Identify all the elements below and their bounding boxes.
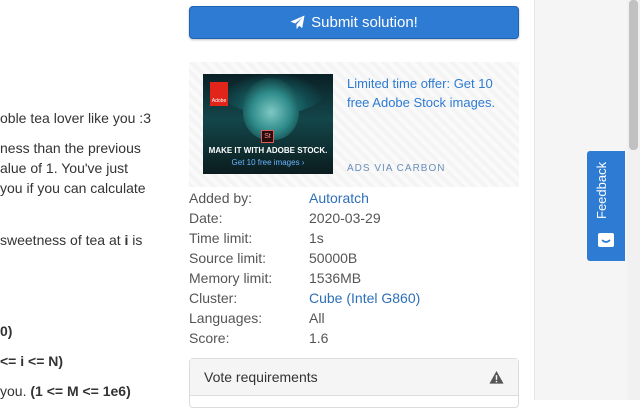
ad-image-cta: Get 10 free images › — [231, 158, 305, 167]
info-label: Time limit: — [189, 230, 253, 246]
warning-icon — [489, 370, 504, 384]
info-value: 1536MB — [309, 270, 362, 286]
statement-text: sweetness of tea at — [0, 232, 125, 248]
adobe-stock-badge-icon: St — [261, 130, 274, 143]
info-label: Memory limit: — [189, 270, 273, 286]
vote-requirements-title: Vote requirements — [204, 369, 318, 385]
statement-line: you if you can calculate — [0, 180, 146, 196]
statement-line: oble tea lover like you :3 — [0, 110, 151, 126]
statement-line: alue of 1. You've just — [0, 160, 128, 176]
author-link[interactable]: Autoratch — [309, 188, 369, 208]
info-value: 1.6 — [309, 330, 329, 346]
info-value: 50000B — [309, 250, 358, 266]
submit-solution-button[interactable]: Submit solution! — [189, 6, 519, 39]
info-label: Date: — [189, 210, 223, 226]
problem-info: Added by: Autoratch Date: 2020-03-29 Tim… — [189, 188, 519, 348]
info-row-added-by: Added by: Autoratch — [189, 188, 519, 208]
problem-statement: oble tea lover like you :3 ness than the… — [0, 0, 180, 400]
info-row-languages: Languages: All — [189, 308, 519, 328]
ads-via-carbon-link[interactable]: ADS VIA CARBON — [347, 163, 445, 174]
vote-requirements-header[interactable]: Vote requirements — [190, 359, 518, 396]
info-value: 1s — [309, 230, 324, 246]
cluster-link[interactable]: Cube (Intel G860) — [309, 288, 420, 308]
vote-requirements-panel: Vote requirements — [189, 358, 519, 408]
statement-line: 0) — [0, 323, 13, 339]
info-value: 2020-03-29 — [309, 210, 381, 226]
statement-line: sweetness of tea at i is — [0, 232, 142, 248]
ad-container: Adobe St MAKE IT WITH ADOBE STOCK. Get 1… — [189, 62, 519, 187]
statement-line: ness than the previous — [0, 140, 141, 156]
statement-text: you. — [0, 383, 31, 399]
statement-text: is — [128, 232, 143, 248]
info-label: Score: — [189, 330, 230, 346]
statement-constraint: (1 <= M <= 1e6) — [30, 383, 131, 399]
ad-image[interactable]: Adobe St MAKE IT WITH ADOBE STOCK. Get 1… — [203, 74, 333, 174]
submit-label: Submit solution! — [311, 14, 418, 31]
ad-image-headline: MAKE IT WITH ADOBE STOCK. — [208, 146, 328, 155]
info-label: Languages: — [189, 310, 263, 326]
statement-line: you. (1 <= M <= 1e6) — [0, 383, 131, 399]
info-row-score: Score: 1.6 — [189, 328, 519, 348]
info-label: Cluster: — [189, 290, 238, 306]
chat-face-icon — [598, 233, 614, 247]
feedback-label: Feedback — [594, 161, 609, 219]
scrollbar-thumb[interactable] — [629, 0, 638, 150]
adobe-logo-icon: Adobe — [210, 82, 228, 106]
statement-line: <= i <= N) — [0, 353, 64, 369]
info-row-date: Date: 2020-03-29 — [189, 208, 519, 228]
ad-text-link[interactable]: Limited time offer: Get 10 free Adobe St… — [347, 74, 512, 112]
info-row-cluster: Cluster: Cube (Intel G860) — [189, 288, 519, 308]
info-label: Source limit: — [189, 250, 267, 266]
paper-plane-icon — [290, 15, 305, 30]
feedback-tab[interactable]: Feedback — [587, 151, 625, 261]
info-label: Added by: — [189, 190, 253, 206]
info-value: All — [309, 310, 325, 326]
info-row-memory-limit: Memory limit: 1536MB — [189, 268, 519, 288]
info-row-source-limit: Source limit: 50000B — [189, 248, 519, 268]
info-row-time-limit: Time limit: 1s — [189, 228, 519, 248]
